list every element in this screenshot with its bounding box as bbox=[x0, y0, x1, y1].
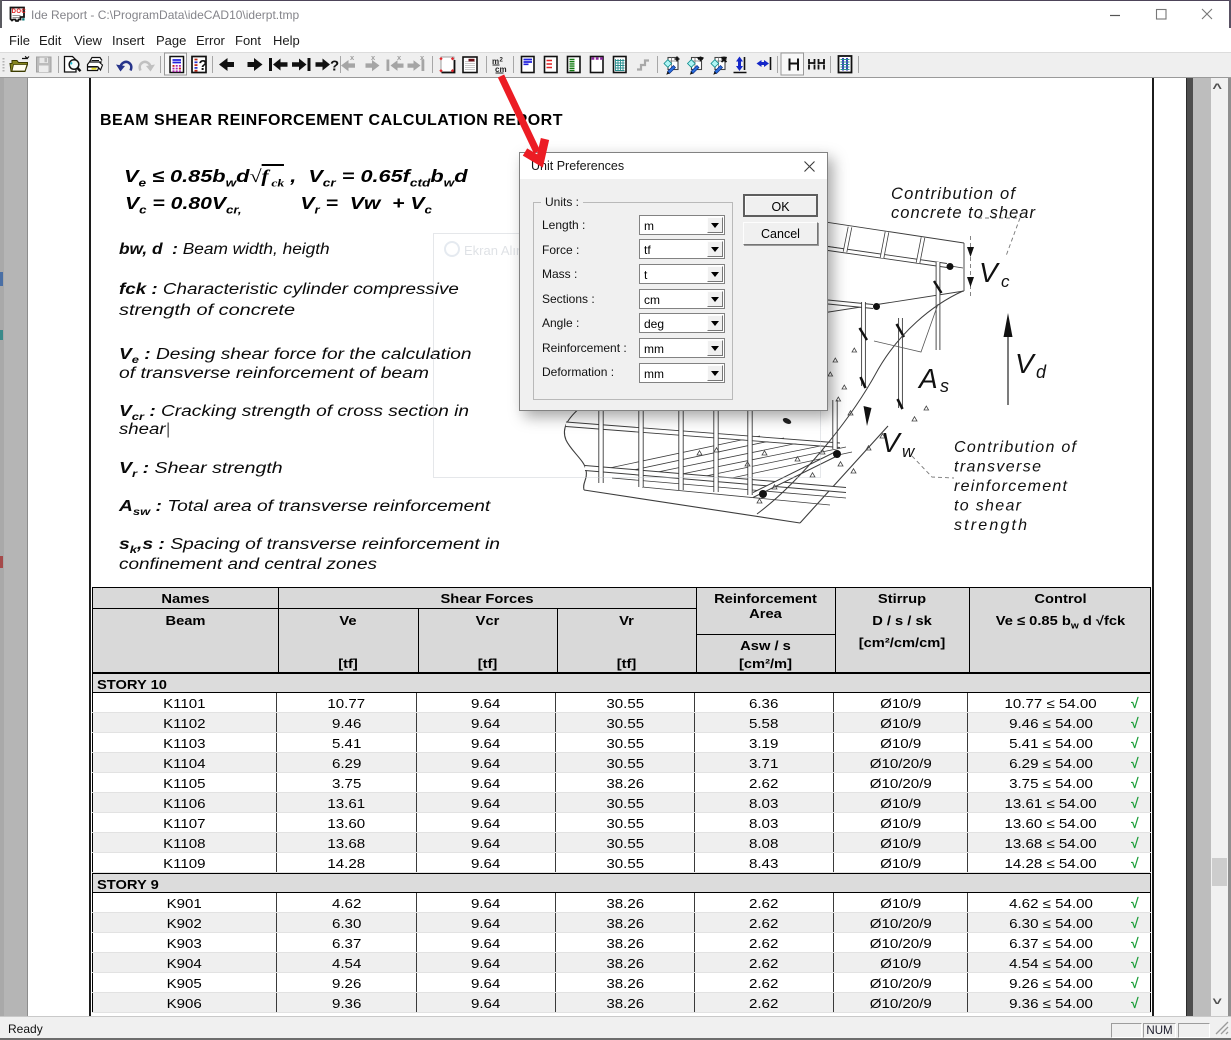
svg-text:x: x bbox=[371, 53, 376, 62]
svg-text:?: ? bbox=[330, 58, 339, 75]
svg-text:w: w bbox=[902, 442, 916, 461]
svg-text:Contribution of: Contribution of bbox=[891, 185, 1017, 203]
svg-text:DOC: DOC bbox=[12, 9, 26, 15]
svg-text:Contribution of: Contribution of bbox=[954, 439, 1078, 456]
svg-text:reinforcement: reinforcement bbox=[954, 478, 1068, 495]
svg-text:?: ? bbox=[199, 58, 208, 74]
svg-text:strength: strength bbox=[954, 517, 1027, 534]
svg-text:s: s bbox=[940, 376, 949, 396]
svg-text:x: x bbox=[350, 53, 355, 62]
svg-text:concrete to shear: concrete to shear bbox=[891, 204, 1037, 222]
svg-text:A: A bbox=[917, 363, 938, 394]
svg-text:V: V bbox=[1015, 348, 1036, 379]
svg-text:to shear: to shear bbox=[954, 498, 1022, 515]
svg-text:x: x bbox=[397, 53, 402, 62]
svg-text:d: d bbox=[1036, 362, 1047, 382]
svg-text:transverse: transverse bbox=[954, 459, 1041, 476]
svg-text:V: V bbox=[979, 257, 1000, 288]
svg-text:c: c bbox=[1001, 272, 1010, 291]
svg-text:V: V bbox=[881, 427, 902, 458]
